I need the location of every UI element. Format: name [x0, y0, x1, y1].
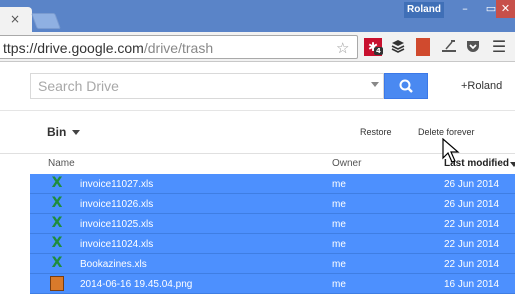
url-path: /drive/trash: [143, 40, 214, 56]
file-owner: me: [332, 219, 346, 230]
column-header-owner[interactable]: Owner: [332, 158, 361, 169]
layers-icon[interactable]: [389, 38, 407, 56]
close-icon[interactable]: ×: [10, 12, 20, 26]
pocket-icon[interactable]: [464, 38, 482, 56]
excel-file-icon: X: [51, 255, 63, 271]
book-icon[interactable]: [416, 38, 430, 56]
file-name: 2014-06-16 19.45.04.png: [80, 279, 193, 290]
file-modified: 26 Jun 2014: [444, 179, 500, 190]
asterisk-extension-icon[interactable]: ✱ 4: [364, 38, 383, 56]
browser-toolbar: ttps://drive.google.com/drive/trash ☆ ✱ 4…: [0, 32, 515, 62]
extension-badge: 4: [374, 47, 383, 55]
url-text[interactable]: ttps://drive.google.com/drive/trash: [3, 40, 213, 56]
chevron-down-icon[interactable]: [72, 130, 80, 135]
table-row[interactable]: X invoice11026.xls me 26 Jun 2014: [30, 194, 515, 214]
file-modified: 22 Jun 2014: [444, 259, 500, 270]
search-icon: [399, 79, 413, 93]
excel-file-icon: X: [51, 195, 63, 211]
table-row[interactable]: X invoice11025.xls me 22 Jun 2014: [30, 214, 515, 234]
file-modified: 26 Jun 2014: [444, 199, 500, 210]
mouse-cursor-icon: [442, 138, 460, 163]
file-owner: me: [332, 199, 346, 210]
table-row[interactable]: 2014-06-16 19.45.04.png me 16 Jun 2014: [30, 274, 515, 294]
window-close-button[interactable]: ✕: [496, 0, 515, 18]
column-header-name[interactable]: Name: [48, 158, 75, 169]
file-modified: 16 Jun 2014: [444, 279, 500, 290]
minimize-button[interactable]: –: [452, 0, 478, 18]
file-name: Bookazines.xls: [80, 259, 147, 270]
excel-file-icon: X: [51, 215, 63, 231]
page-title[interactable]: Bin: [47, 125, 66, 139]
file-name: invoice11027.xls: [80, 179, 154, 190]
scale-icon[interactable]: [440, 38, 458, 56]
menu-icon[interactable]: ☰: [490, 38, 508, 56]
search-input[interactable]: [31, 74, 367, 98]
account-link[interactable]: +Roland: [461, 80, 502, 92]
file-name: invoice11026.xls: [80, 199, 154, 210]
new-tab-button[interactable]: [31, 13, 61, 29]
search-box: [30, 73, 384, 99]
delete-forever-button[interactable]: Delete forever: [418, 127, 475, 137]
file-modified: 22 Jun 2014: [444, 239, 500, 250]
browser-titlebar: × Roland – ▭ ✕: [0, 0, 515, 33]
table-row[interactable]: X invoice11027.xls me 26 Jun 2014: [30, 174, 515, 194]
file-owner: me: [332, 179, 346, 190]
profile-button[interactable]: Roland: [404, 2, 444, 18]
file-owner: me: [332, 279, 346, 290]
file-owner: me: [332, 259, 346, 270]
header-divider: [0, 110, 515, 111]
star-icon[interactable]: ☆: [336, 39, 349, 57]
search-options-icon[interactable]: [371, 82, 379, 87]
excel-file-icon: X: [51, 235, 63, 251]
sort-down-icon[interactable]: [510, 162, 515, 167]
search-button[interactable]: [384, 73, 428, 99]
url-host: ttps://drive.google.com: [3, 40, 144, 56]
file-modified: 22 Jun 2014: [444, 219, 500, 230]
file-name: invoice11025.xls: [80, 219, 154, 230]
file-name: invoice11024.xls: [80, 239, 154, 250]
toolbar-divider: [0, 153, 515, 154]
restore-button[interactable]: Restore: [360, 127, 392, 137]
table-row[interactable]: X invoice11024.xls me 22 Jun 2014: [30, 234, 515, 254]
address-bar[interactable]: ttps://drive.google.com/drive/trash ☆: [0, 35, 358, 59]
table-row[interactable]: X Bookazines.xls me 22 Jun 2014: [30, 254, 515, 274]
image-file-icon: [50, 276, 64, 291]
browser-tab[interactable]: ×: [0, 7, 32, 33]
file-owner: me: [332, 239, 346, 250]
excel-file-icon: X: [51, 175, 63, 191]
